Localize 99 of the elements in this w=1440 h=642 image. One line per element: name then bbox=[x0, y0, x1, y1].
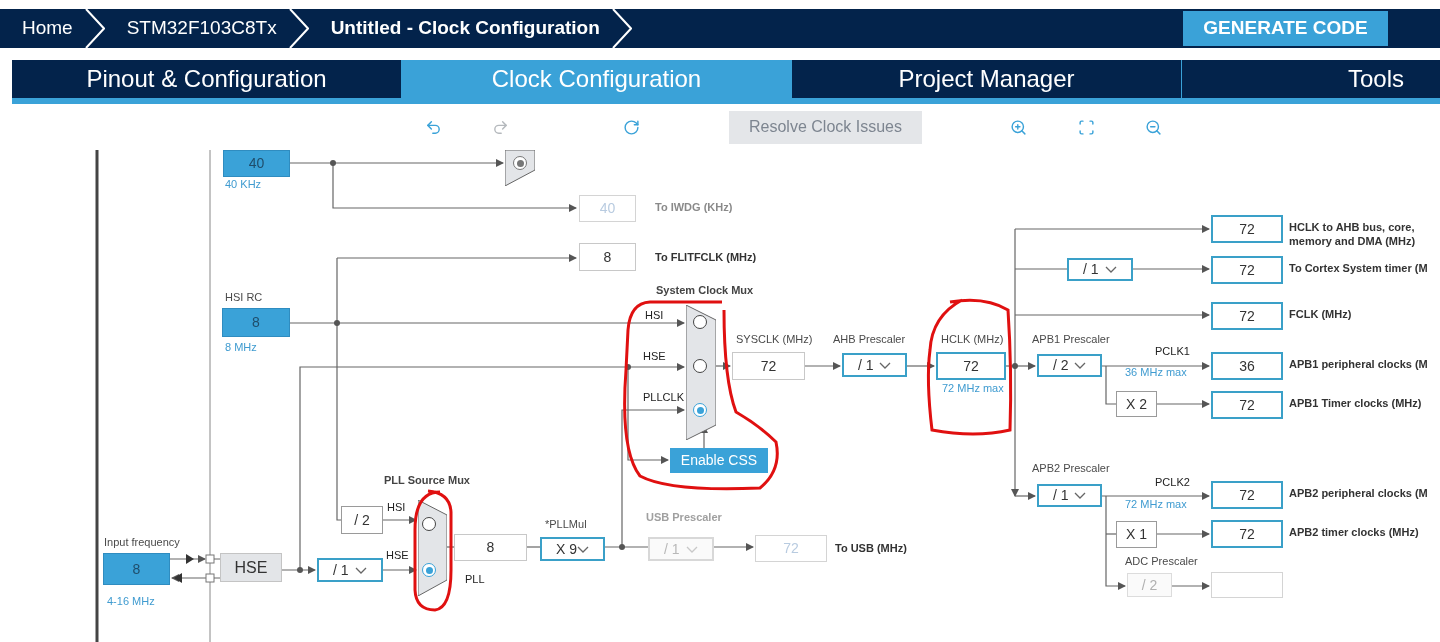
diagram-label: APB1 Prescaler bbox=[1032, 334, 1110, 345]
value-field[interactable]: 72 bbox=[1211, 391, 1283, 419]
diagram-label: To IWDG (KHz) bbox=[655, 202, 733, 213]
prescaler-dropdown[interactable]: / 1 bbox=[1037, 484, 1102, 507]
prescaler-dropdown[interactable]: / 1 bbox=[842, 353, 907, 377]
chevron-right-icon bbox=[611, 9, 632, 48]
connector-line bbox=[1156, 400, 1210, 408]
diagram-label: To Cortex System timer (M bbox=[1289, 263, 1428, 274]
diagram-label: HSE bbox=[643, 351, 666, 362]
diagram-label: USB Prescaler bbox=[646, 512, 722, 523]
chevron-down-icon bbox=[1074, 362, 1086, 369]
undo-icon[interactable] bbox=[425, 118, 442, 136]
diagram-label: APB1 Timer clocks (MHz) bbox=[1289, 398, 1422, 409]
diagram-label: To USB (MHz) bbox=[835, 543, 907, 554]
chevron-down-icon bbox=[577, 545, 589, 553]
prescaler-dropdown[interactable]: / 2 bbox=[1037, 354, 1102, 377]
connector-line bbox=[804, 362, 841, 370]
value-field[interactable]: 72 bbox=[1211, 215, 1283, 243]
output-field bbox=[1211, 572, 1283, 598]
multiplier-field: X 1 bbox=[1116, 521, 1157, 548]
diagram-label: APB2 Prescaler bbox=[1032, 463, 1110, 474]
diagram-label: ADC Prescaler bbox=[1125, 556, 1198, 567]
diagram-label: PLL bbox=[465, 574, 485, 585]
junction-dot bbox=[334, 320, 340, 326]
chevron-down-icon bbox=[1105, 266, 1117, 273]
chevron-right-icon bbox=[288, 9, 309, 48]
junction-dot bbox=[1012, 363, 1018, 369]
diagram-label: To FLITFCLK (MHz) bbox=[655, 252, 757, 263]
fit-screen-icon[interactable] bbox=[1078, 118, 1095, 136]
prescaler-dropdown[interactable]: X 9 bbox=[540, 537, 605, 561]
connector-line bbox=[213, 558, 221, 560]
chevron-down-icon bbox=[355, 566, 367, 574]
value-field[interactable]: 8 bbox=[454, 534, 527, 561]
diagram-label: HCLK (MHz) bbox=[941, 334, 1004, 345]
pin-square bbox=[205, 573, 215, 583]
junction-dot bbox=[625, 364, 631, 370]
diagram-label: APB2 timer clocks (MHz) bbox=[1289, 527, 1419, 538]
diagram-label: PCLK2 bbox=[1155, 477, 1190, 488]
value-field[interactable]: 8 bbox=[579, 243, 636, 271]
diagram-label: FCLK (MHz) bbox=[1289, 309, 1352, 320]
diagram-label: Input frequency bbox=[104, 537, 180, 548]
diagram-label: 72 MHz max bbox=[1125, 499, 1187, 510]
connector-line bbox=[171, 574, 207, 582]
diagram-label: APB1 peripheral clocks (M bbox=[1289, 359, 1428, 370]
multiplier-field: X 2 bbox=[1116, 391, 1157, 417]
multiplier-field: / 2 bbox=[1127, 573, 1172, 597]
value-field[interactable]: 72 bbox=[1211, 302, 1283, 330]
diagram-label: HCLK to AHB bus, core, memory and DMA (MHz) bbox=[1289, 220, 1417, 248]
diagram-label: PCLK1 bbox=[1155, 346, 1190, 357]
connector-line bbox=[906, 362, 935, 370]
chevron-down-icon bbox=[686, 545, 698, 553]
chevron-down-icon bbox=[1074, 492, 1086, 499]
diagram-label: 8 MHz bbox=[225, 342, 257, 353]
diagram-label: HSI bbox=[387, 502, 406, 513]
breadcrumb-link[interactable]: Home bbox=[22, 14, 73, 43]
prescaler-dropdown[interactable]: / 1 bbox=[317, 558, 383, 582]
refresh-icon[interactable] bbox=[623, 118, 640, 136]
tab[interactable]: Tools bbox=[1182, 60, 1440, 98]
diagram-label: APB2 peripheral clocks (M bbox=[1289, 488, 1428, 499]
diagram-label: 40 KHz bbox=[225, 179, 262, 190]
breadcrumb-link[interactable]: Untitled - Clock Configuration bbox=[330, 14, 600, 43]
diagram-label: 4-16 MHz bbox=[107, 596, 155, 607]
tab[interactable]: Project Manager bbox=[792, 60, 1181, 98]
value-field[interactable]: 72 bbox=[1211, 520, 1283, 548]
multiplier-field: / 2 bbox=[341, 506, 383, 534]
value-field[interactable]: 72 bbox=[1211, 481, 1283, 509]
prescaler-dropdown[interactable]: / 1 bbox=[1067, 258, 1133, 281]
diagram-label: PLLCLK bbox=[643, 392, 684, 403]
tab[interactable]: Pinout & Configuration bbox=[12, 60, 401, 98]
connector-line bbox=[715, 362, 731, 370]
diagram-label: HSE bbox=[386, 550, 409, 561]
connector-line bbox=[713, 543, 754, 551]
connector-line bbox=[1156, 530, 1210, 538]
connector-line bbox=[1171, 582, 1210, 590]
diagram-label: 72 MHz max bbox=[942, 383, 1004, 394]
hse-block: HSE bbox=[220, 553, 282, 582]
diagram-label: HSI RC bbox=[225, 292, 263, 303]
diagram-label: 36 MHz max bbox=[1125, 367, 1187, 378]
junction-dot bbox=[330, 160, 336, 166]
chevron-right-icon bbox=[84, 9, 105, 48]
zoom-out-icon[interactable] bbox=[1145, 118, 1162, 136]
chevron-down-icon bbox=[879, 361, 891, 369]
pin-square bbox=[205, 554, 215, 564]
connector-line bbox=[213, 577, 221, 579]
diagram-label: AHB Prescaler bbox=[833, 334, 906, 345]
value-field[interactable]: 72 bbox=[732, 352, 805, 380]
connector-line bbox=[169, 555, 206, 563]
value-field[interactable]: 36 bbox=[1211, 352, 1283, 380]
junction-dot bbox=[619, 544, 625, 550]
diagram-label: *PLLMul bbox=[545, 519, 587, 530]
junction-dot bbox=[297, 567, 303, 573]
diagram-label: SYSCLK (MHz) bbox=[736, 334, 813, 345]
value-field[interactable]: 72 bbox=[1211, 256, 1283, 284]
diagram-label: PLL Source Mux bbox=[384, 475, 470, 486]
zoom-in-icon[interactable] bbox=[1010, 118, 1027, 136]
diagram-label: System Clock Mux bbox=[656, 285, 754, 296]
breadcrumb-link[interactable]: STM32F103C8Tx bbox=[126, 14, 277, 43]
diagram-label: HSI bbox=[645, 310, 664, 321]
value-field[interactable]: 72 bbox=[936, 352, 1006, 380]
